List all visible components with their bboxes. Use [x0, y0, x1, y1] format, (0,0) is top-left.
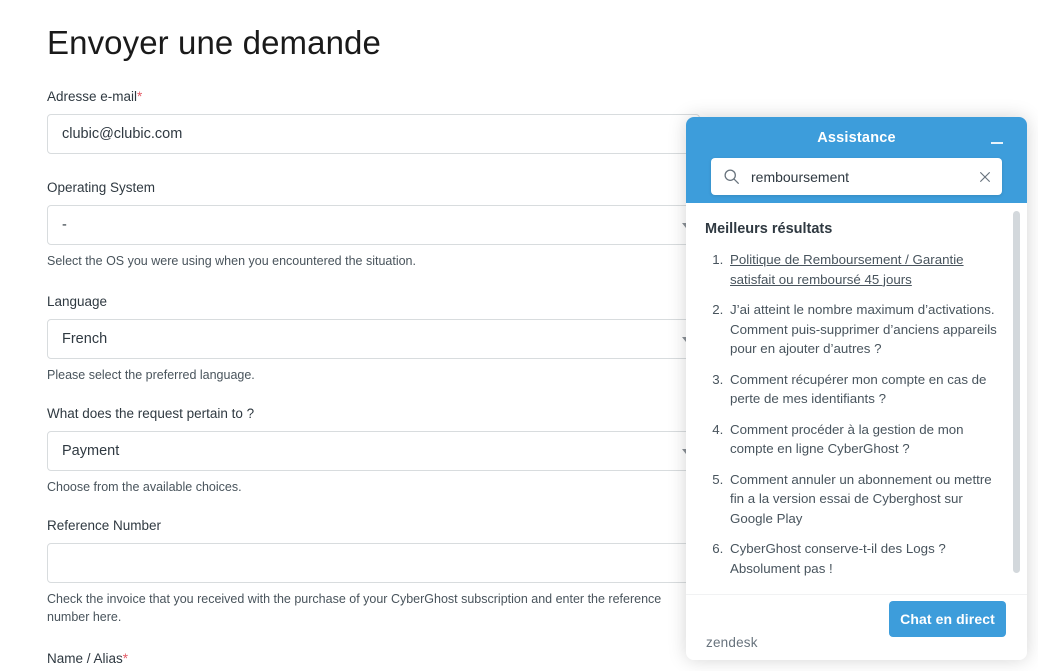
minimize-icon[interactable] — [986, 131, 1010, 153]
search-box[interactable]: remboursement — [711, 158, 1002, 195]
field-label-name-alias: Name / Alias* — [47, 651, 129, 666]
result-item[interactable]: Comment récupérer mon compte en cas de p… — [727, 370, 1007, 409]
field-hint-request-type: Choose from the available choices. — [47, 480, 242, 494]
page-root: Envoyer une demande Adresse e-mail* club… — [0, 0, 1038, 671]
field-language: Language French Please select the prefer… — [47, 293, 700, 384]
field-hint-language: Please select the preferred language. — [47, 368, 255, 382]
result-item-link: CyberGhost conserve-t-il des Logs ? Abso… — [730, 541, 946, 576]
language-select[interactable]: French — [47, 319, 700, 359]
widget-footer: zendesk Chat en direct — [686, 594, 1027, 660]
support-widget: Assistance remboursement Meilleurs résul… — [686, 117, 1027, 660]
field-label-language: Language — [47, 294, 108, 309]
result-item-link: Politique de Remboursement / Garantie sa… — [730, 252, 964, 287]
field-label-operating-system: Operating System — [47, 180, 156, 195]
result-item[interactable]: Comment procéder à la gestion de mon com… — [727, 420, 1007, 459]
search-icon — [724, 169, 739, 184]
result-item-link: J’ai atteint le nombre maximum d’activat… — [730, 302, 997, 356]
result-item-link: Comment procéder à la gestion de mon com… — [730, 421, 964, 457]
field-label-email: Adresse e-mail* — [47, 89, 143, 104]
search-input[interactable]: remboursement — [751, 169, 978, 185]
widget-title: Assistance — [817, 130, 896, 146]
result-item-link: Comment récupérer mon compte en cas de p… — [730, 371, 987, 407]
widget-header: Assistance remboursement — [686, 117, 1027, 203]
operating-system-value: - — [62, 217, 67, 233]
request-form: Envoyer une demande Adresse e-mail* club… — [0, 0, 720, 671]
email-field-value: clubic@clubic.com — [62, 126, 183, 142]
minimize-bar — [991, 142, 1003, 144]
page-title: Envoyer une demande — [47, 24, 381, 61]
result-item[interactable]: Politique de Remboursement / Garantie sa… — [727, 250, 1007, 289]
field-hint-operating-system: Select the OS you were using when you en… — [47, 254, 416, 268]
zendesk-logo: zendesk — [706, 635, 758, 650]
live-chat-button[interactable]: Chat en direct — [889, 601, 1006, 637]
email-field[interactable]: clubic@clubic.com — [47, 114, 700, 154]
results-scrollbar[interactable] — [1013, 211, 1020, 573]
close-icon[interactable] — [978, 170, 992, 184]
request-type-value: Payment — [62, 443, 120, 459]
field-label-reference-number: Reference Number — [47, 518, 162, 533]
results-heading: Meilleurs résultats — [705, 221, 833, 237]
result-item-link: Comment annuler un abonnement ou mettre … — [730, 471, 992, 526]
search-results-panel: Meilleurs résultats Politique de Rembour… — [686, 203, 1027, 594]
field-request-type: What does the request pertain to ? Payme… — [47, 405, 700, 496]
reference-number-field[interactable] — [47, 543, 700, 583]
results-list: Politique de Remboursement / Garantie sa… — [705, 250, 1007, 578]
field-hint-reference-number: Check the invoice that you received with… — [47, 592, 662, 624]
required-marker: * — [137, 89, 143, 104]
language-value: French — [62, 331, 108, 347]
field-reference-number: Reference Number Check the invoice that … — [47, 517, 700, 626]
operating-system-select[interactable]: - — [47, 205, 700, 245]
field-label-request-type: What does the request pertain to ? — [47, 406, 255, 421]
field-operating-system: Operating System - Select the OS you wer… — [47, 179, 700, 270]
result-item[interactable]: CyberGhost conserve-t-il des Logs ? Abso… — [727, 539, 1007, 578]
field-name-alias: Name / Alias* — [47, 650, 700, 671]
result-item[interactable]: Comment annuler un abonnement ou mettre … — [727, 470, 1007, 529]
request-type-select[interactable]: Payment — [47, 431, 700, 471]
field-email: Adresse e-mail* clubic@clubic.com — [47, 88, 700, 154]
required-marker: * — [122, 651, 129, 666]
result-item[interactable]: J’ai atteint le nombre maximum d’activat… — [727, 300, 1007, 359]
